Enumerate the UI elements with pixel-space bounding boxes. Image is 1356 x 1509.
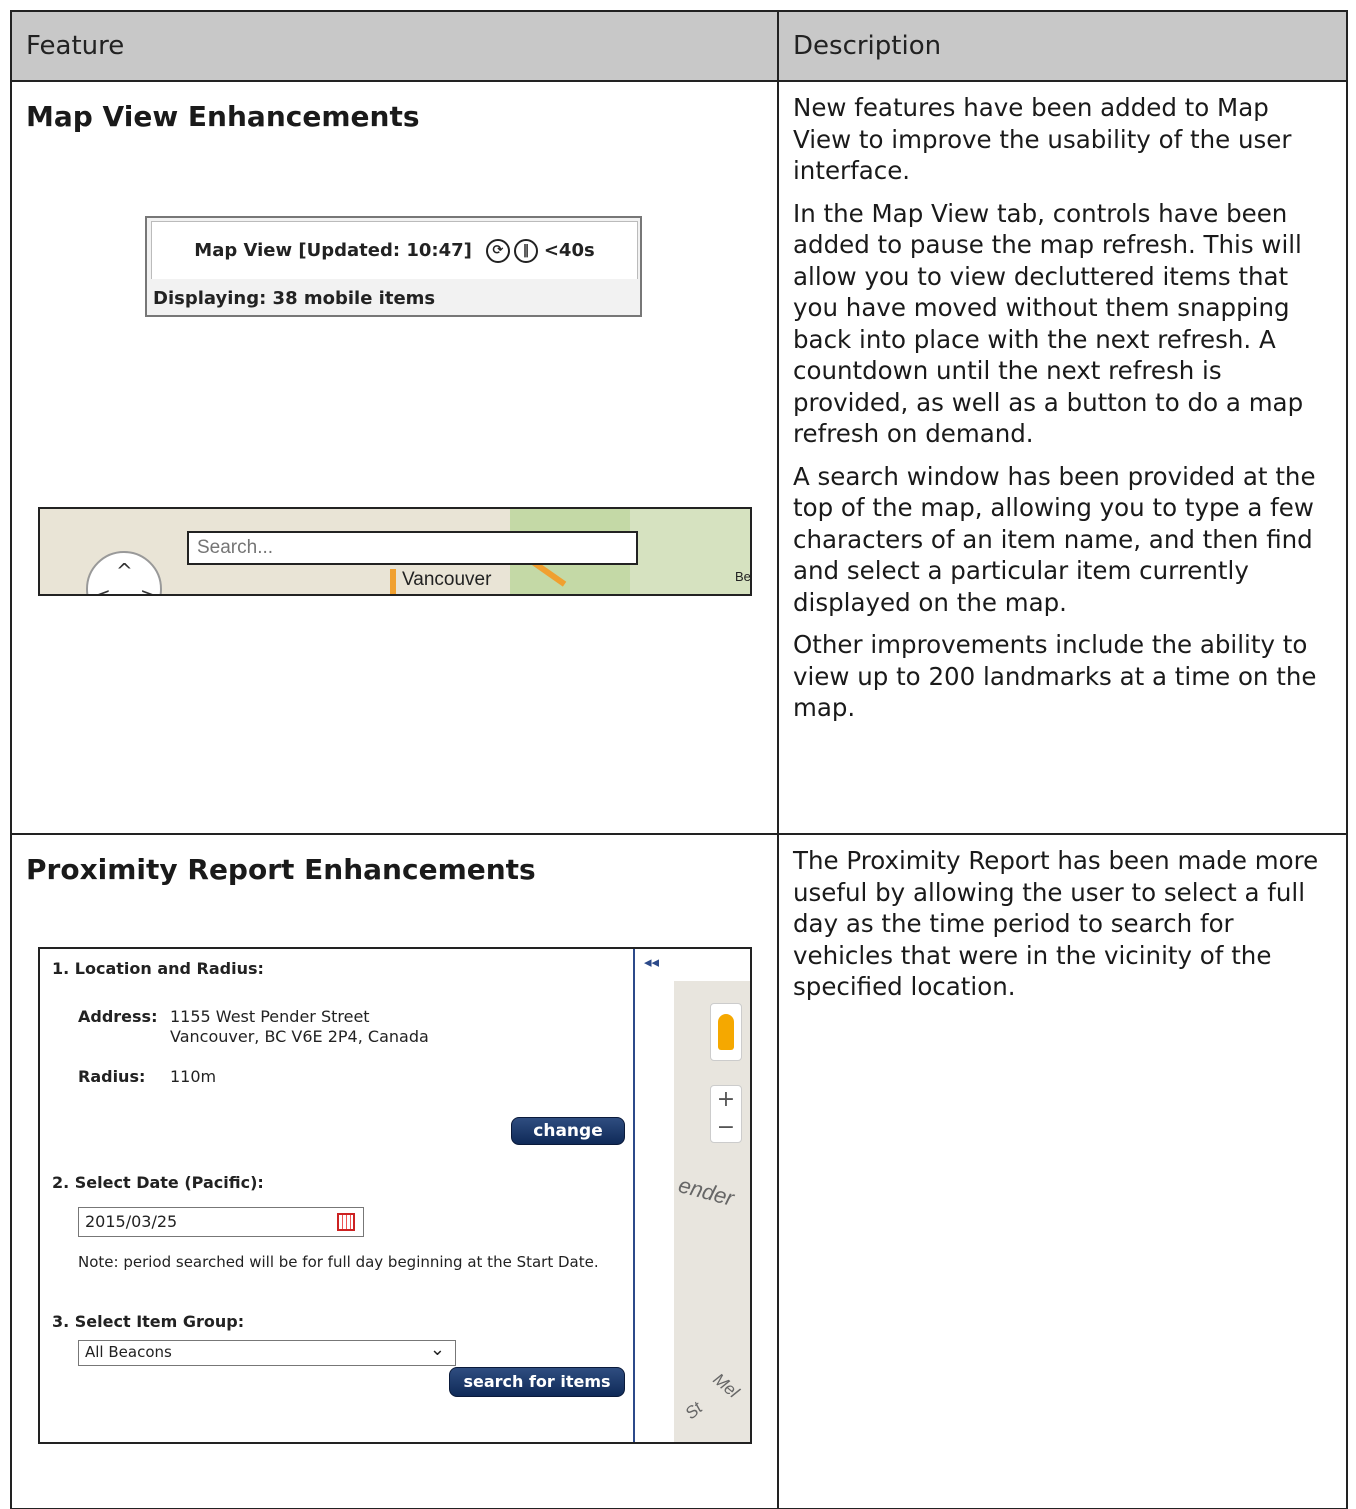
map-view-tab-title: Map View [Updated: 10:47] [194, 240, 472, 261]
refresh-countdown: <40s [543, 240, 595, 261]
map-search-input[interactable] [187, 531, 638, 565]
map-street-label: Mel [709, 1369, 743, 1402]
date-note: Note: period searched will be for full d… [78, 1253, 599, 1271]
item-group-select[interactable]: All Beacons ⌄ [78, 1339, 456, 1366]
feature-row-map-view: Map View Enhancements Map View [Updated:… [10, 80, 1348, 835]
feature-cell-proximity: Proximity Report Enhancements 1. Locatio… [10, 833, 779, 1509]
search-for-items-button[interactable]: search for items [449, 1367, 625, 1397]
map-search-strip: ^ < > Vancouver Be [38, 507, 752, 596]
zoom-out-icon[interactable]: − [711, 1114, 741, 1142]
map-city-label: Vancouver [402, 569, 492, 590]
map-refresh-controls: ⟳ ‖ <40s [485, 238, 595, 263]
map-edge-label: Be [735, 569, 751, 584]
proximity-map[interactable]: + − ender St Mel [674, 981, 750, 1442]
address-line-2: Vancouver, BC V6E 2P4, Canada [170, 1027, 429, 1046]
map-road [390, 569, 396, 594]
address-line-1: 1155 West Pender Street [170, 1007, 370, 1026]
chevron-up-icon[interactable]: ^ [116, 559, 133, 583]
section-group-heading: 3. Select Item Group: [52, 1312, 245, 1331]
collapse-panel-icon[interactable]: ◂◂ [644, 953, 659, 971]
radius-label: Radius: [78, 1067, 146, 1086]
displaying-count: Displaying: 38 mobile items [153, 288, 436, 309]
description-paragraph: The Proximity Report has been made more … [793, 846, 1319, 1001]
zoom-control[interactable]: + − [710, 1085, 742, 1143]
street-view-pegman-icon[interactable] [710, 1003, 742, 1061]
calendar-icon[interactable] [337, 1213, 355, 1231]
map-view-tab[interactable]: Map View [Updated: 10:47] ⟳ ‖ <40s [151, 221, 638, 279]
header-description: Description [777, 10, 1348, 82]
chevron-left-icon[interactable]: < [94, 583, 111, 594]
map-street-label: St [681, 1398, 706, 1424]
map-street-label: ender [675, 1172, 737, 1211]
header-row: Feature Description [10, 10, 1348, 82]
description-paragraph: New features have been added to Map View… [793, 93, 1292, 185]
description-cell-map-view: New features have been added to Map View… [777, 80, 1348, 835]
feature-title: Map View Enhancements [26, 100, 420, 133]
item-group-value: All Beacons [85, 1343, 172, 1361]
date-input[interactable]: 2015/03/25 [78, 1207, 364, 1237]
release-notes-table: Feature Description Map View Enhancement… [10, 10, 1348, 1509]
chevron-right-icon[interactable]: > [140, 583, 157, 594]
map-land-east [630, 509, 750, 594]
radius-value: 110m [170, 1067, 217, 1086]
proximity-report-panel: 1. Location and Radius: Address: 1155 We… [38, 947, 752, 1444]
section-date-heading: 2. Select Date (Pacific): [52, 1173, 264, 1192]
refresh-icon[interactable]: ⟳ [485, 238, 510, 263]
feature-row-proximity: Proximity Report Enhancements 1. Locatio… [10, 833, 1348, 1509]
feature-title: Proximity Report Enhancements [26, 853, 536, 886]
pause-icon[interactable]: ‖ [513, 238, 538, 263]
date-value: 2015/03/25 [85, 1212, 178, 1231]
description-cell-proximity: The Proximity Report has been made more … [777, 833, 1348, 1509]
description-paragraph: Other improvements include the ability t… [793, 630, 1317, 722]
chevron-down-icon: ⌄ [429, 1339, 445, 1360]
zoom-in-icon[interactable]: + [711, 1086, 741, 1114]
section-location-heading: 1. Location and Radius: [52, 959, 264, 978]
proximity-form: 1. Location and Radius: Address: 1155 We… [40, 949, 635, 1442]
description-paragraph: In the Map View tab, controls have been … [793, 198, 1304, 449]
description-paragraph: A search window has been provided at the… [793, 461, 1316, 617]
change-button[interactable]: change [511, 1117, 625, 1145]
feature-cell-map-view: Map View Enhancements Map View [Updated:… [10, 80, 779, 835]
address-label: Address: [78, 1007, 158, 1026]
header-feature: Feature [10, 10, 779, 82]
map-view-widget: Map View [Updated: 10:47] ⟳ ‖ <40s Displ… [145, 216, 642, 317]
